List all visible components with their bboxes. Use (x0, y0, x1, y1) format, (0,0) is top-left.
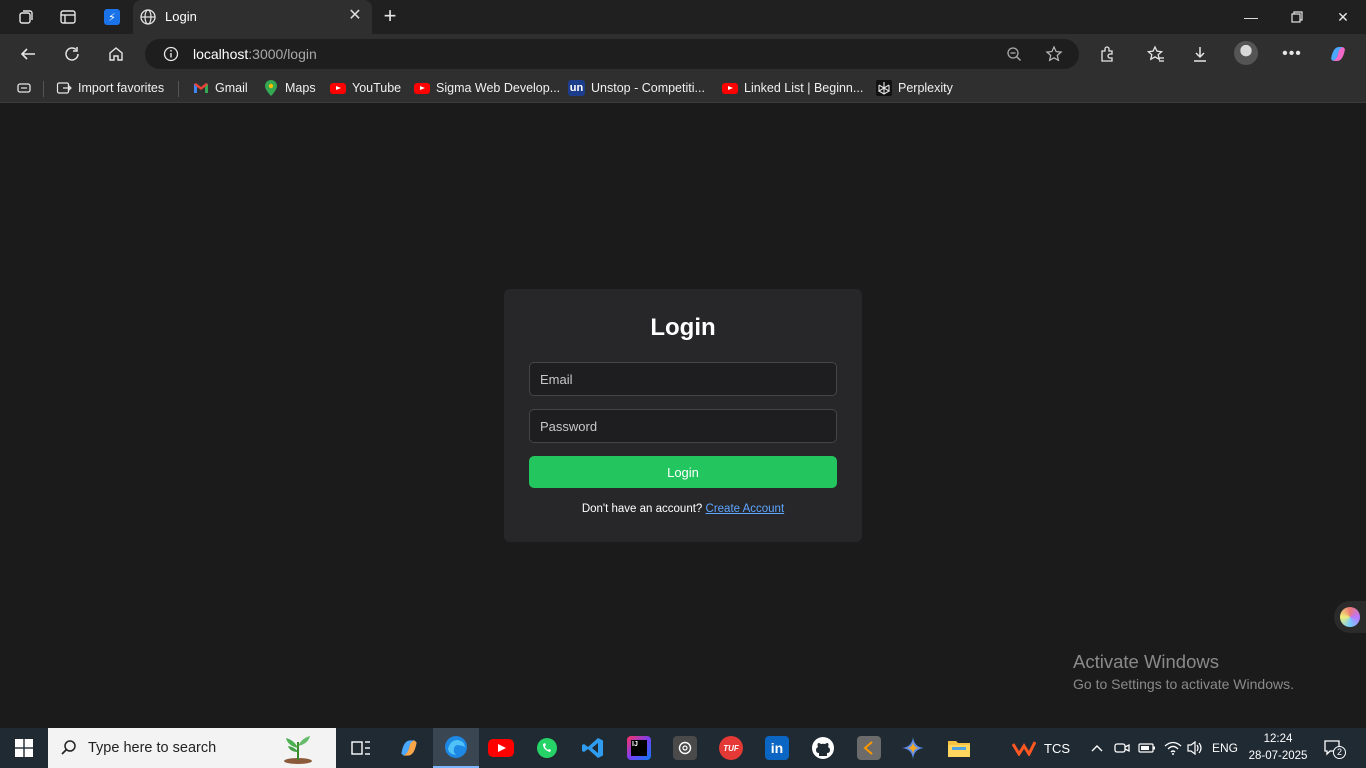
vscode-app-icon[interactable] (570, 728, 616, 768)
meet-now-icon[interactable] (1114, 728, 1130, 768)
more-options-icon[interactable]: ••• (1280, 42, 1304, 66)
intellij-app-icon[interactable]: IJ (616, 728, 662, 768)
tuf-app-icon[interactable]: TUF (708, 728, 754, 768)
battery-icon[interactable] (1138, 728, 1156, 768)
login-card: Login Login Don't have an account? Creat… (504, 289, 862, 542)
youtube-app-icon[interactable] (478, 728, 524, 768)
favorite-gmail[interactable]: Gmail (193, 78, 248, 98)
downloads-icon[interactable] (1188, 42, 1212, 66)
taskbar: Type here to search IJ TUF in TCS ENG 12… (0, 728, 1366, 768)
favorites-bar: Import favorites Gmail Maps YouTube Sigm… (0, 74, 1366, 103)
site-info-icon[interactable] (163, 46, 179, 62)
favorite-import[interactable]: Import favorites (56, 78, 164, 98)
notification-count: 2 (1332, 746, 1346, 759)
close-window-button[interactable]: ✕ (1320, 0, 1366, 34)
login-title: Login (650, 314, 716, 341)
search-placeholder: Type here to search (88, 740, 217, 756)
unstop-icon: un (568, 80, 585, 96)
create-account-link[interactable]: Create Account (706, 503, 785, 515)
pinned-tab-icon[interactable]: ⚡ (101, 6, 123, 28)
extensions-icon[interactable] (1095, 42, 1119, 66)
password-field[interactable] (529, 409, 837, 443)
tab-login[interactable]: Login ✕ (133, 0, 372, 34)
git-client-app-icon[interactable] (846, 728, 892, 768)
signup-row: Don't have an account? Create Account (504, 503, 862, 515)
favorite-maps[interactable]: Maps (263, 78, 316, 98)
gmail-icon (193, 80, 209, 96)
new-tab-button[interactable]: + (378, 4, 402, 28)
side-widget[interactable] (1334, 601, 1366, 633)
github-app-icon[interactable] (800, 728, 846, 768)
minimize-button[interactable]: — (1228, 0, 1274, 34)
favorite-unstop[interactable]: un Unstop - Competiti... (568, 78, 705, 98)
favorites-divider (43, 81, 44, 97)
address-toolbar: localhost:3000/login ••• (0, 34, 1366, 74)
edge-app-icon[interactable] (433, 728, 479, 768)
search-icon (61, 740, 76, 755)
plant-icon (284, 736, 312, 764)
file-explorer-app-icon[interactable] (936, 728, 982, 768)
perplexity-icon (876, 80, 892, 96)
profile-avatar[interactable] (1234, 41, 1258, 65)
tray-tcs[interactable]: TCS (1012, 728, 1070, 768)
show-hidden-icons-icon[interactable] (1090, 728, 1104, 768)
linkedin-app-icon[interactable]: in (754, 728, 800, 768)
copilot-app-icon[interactable] (386, 728, 432, 768)
globe-icon (140, 9, 156, 25)
tcs-icon (1012, 741, 1036, 756)
youtube-icon (414, 80, 430, 96)
tab-search-icon[interactable] (16, 78, 32, 98)
email-field[interactable] (529, 362, 837, 396)
clock-date: 28-07-2025 (1248, 750, 1308, 762)
favorites-divider (178, 81, 179, 97)
favorite-youtube[interactable]: YouTube (330, 78, 401, 98)
notifications-icon[interactable]: 2 (1322, 737, 1346, 759)
widget-icon (1340, 607, 1360, 627)
language-indicator[interactable]: ENG (1212, 728, 1238, 768)
task-view-icon[interactable] (338, 728, 384, 768)
login-button[interactable]: Login (529, 456, 837, 488)
browser-tab-bar: ⚡ Login ✕ + — ✕ (0, 0, 1366, 34)
workspaces-icon[interactable] (15, 6, 37, 28)
back-icon[interactable] (16, 42, 40, 66)
favorite-sigma[interactable]: Sigma Web Develop... (414, 78, 560, 98)
favorites-icon[interactable] (1144, 42, 1168, 66)
tab-title: Login (165, 9, 197, 24)
start-button[interactable] (0, 728, 48, 768)
zoom-out-icon[interactable] (1005, 45, 1023, 63)
clock[interactable]: 12:24 28-07-2025 (1246, 731, 1310, 765)
url-text: localhost:3000/login (193, 46, 317, 62)
whatsapp-app-icon[interactable] (524, 728, 570, 768)
import-icon (56, 80, 72, 96)
restore-button[interactable] (1274, 0, 1320, 34)
activate-windows-subtitle: Go to Settings to activate Windows. (1073, 676, 1294, 692)
youtube-icon (330, 80, 346, 96)
wifi-icon[interactable] (1164, 728, 1182, 768)
tab-actions-icon[interactable] (57, 6, 79, 28)
windows-icon (15, 739, 33, 757)
taskbar-search[interactable]: Type here to search (48, 728, 336, 768)
favorite-linked-list[interactable]: Linked List | Beginn... (722, 78, 863, 98)
refresh-icon[interactable] (60, 42, 84, 66)
address-bar[interactable]: localhost:3000/login (145, 39, 1079, 69)
activate-windows-title: Activate Windows (1073, 651, 1219, 672)
copilot-icon[interactable] (1326, 42, 1350, 66)
maps-icon (263, 80, 279, 96)
home-icon[interactable] (104, 42, 128, 66)
add-favorite-star-icon[interactable] (1045, 45, 1063, 63)
youtube-icon (722, 80, 738, 96)
volume-icon[interactable] (1186, 728, 1204, 768)
chatgpt-app-icon[interactable] (662, 728, 708, 768)
favorite-perplexity[interactable]: Perplexity (876, 78, 953, 98)
gemini-app-icon[interactable] (890, 728, 936, 768)
clock-time: 12:24 (1263, 733, 1293, 745)
close-tab-icon[interactable]: ✕ (346, 7, 364, 25)
signup-prompt: Don't have an account? (581, 503, 703, 515)
page-content: Login Login Don't have an account? Creat… (0, 103, 1366, 728)
